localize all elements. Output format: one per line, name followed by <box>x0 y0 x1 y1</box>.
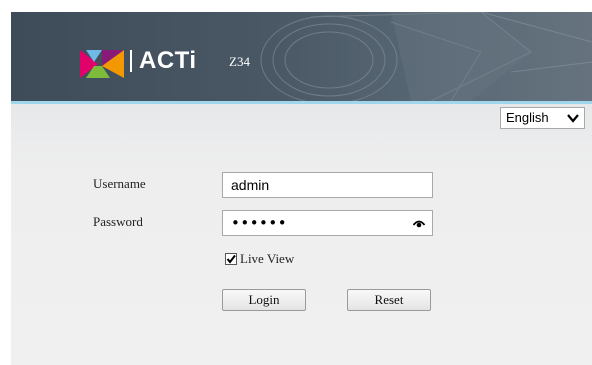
brand-name: ACTi <box>139 47 197 74</box>
password-label: Password <box>93 214 143 229</box>
username-field[interactable]: admin <box>222 172 433 198</box>
login-button[interactable]: Login <box>222 289 306 311</box>
reset-button[interactable]: Reset <box>347 289 431 311</box>
checkmark-icon <box>226 254 236 264</box>
language-selected: English <box>506 110 549 125</box>
password-field[interactable]: •••••• <box>222 210 433 236</box>
live-view-checkbox[interactable] <box>225 253 237 265</box>
camera-model: Z34 <box>229 54 250 69</box>
username-label: Username <box>93 176 146 191</box>
brand-divider <box>130 50 132 72</box>
username-value: admin <box>231 177 270 193</box>
acti-logo-icon <box>80 50 124 78</box>
password-value: •••••• <box>231 214 288 232</box>
header-banner: ACTi Z34 <box>11 12 592 101</box>
live-view-label[interactable]: Live View <box>240 251 294 267</box>
chevron-down-icon[interactable] <box>567 113 579 123</box>
language-select[interactable]: English <box>500 107 585 129</box>
eye-icon[interactable] <box>413 219 425 228</box>
